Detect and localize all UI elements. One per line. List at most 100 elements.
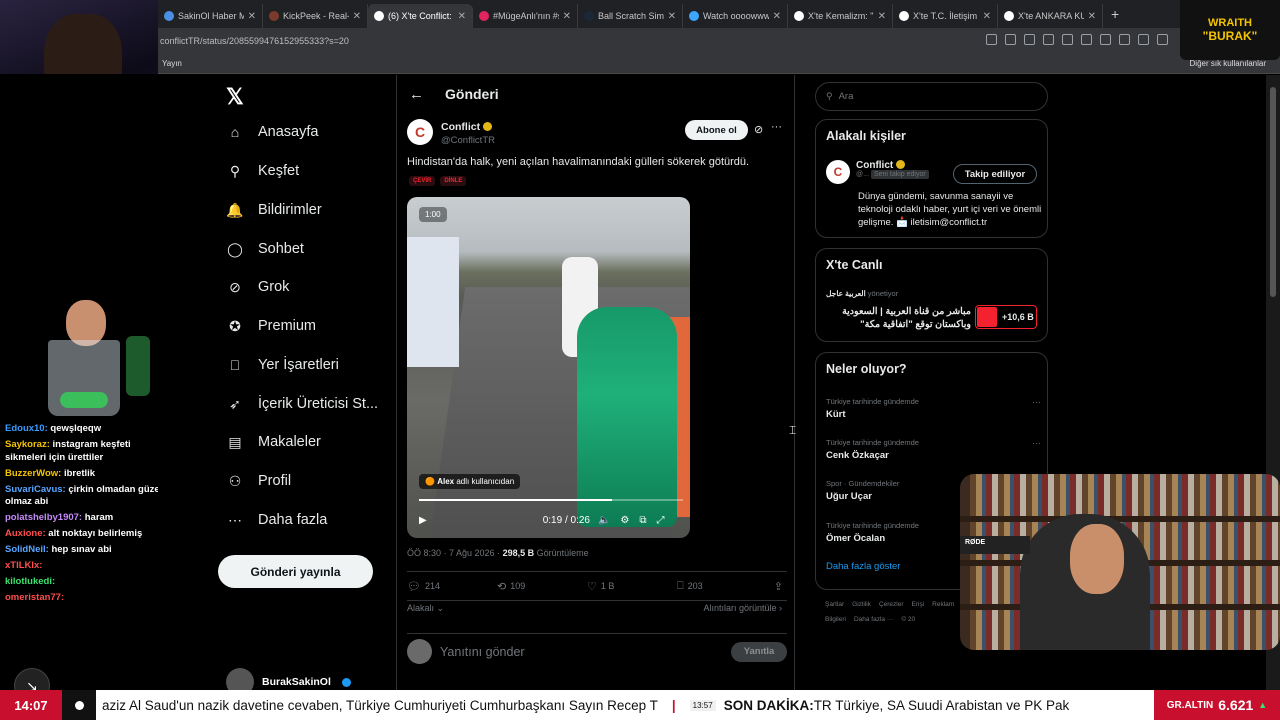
- extension-icon[interactable]: [986, 34, 997, 45]
- browser-tab[interactable]: (6) X'te Conflict: "Hi ✕: [368, 4, 473, 28]
- live-listeners-badge[interactable]: +10,6 B: [975, 305, 1037, 329]
- translate-tag[interactable]: ÇEVİR: [409, 176, 436, 186]
- tab-close-icon[interactable]: ✕: [248, 11, 256, 22]
- settings-gear-icon[interactable]: ⚙: [620, 515, 629, 526]
- nav-item-grok[interactable]: ⊘ Grok: [226, 278, 289, 296]
- chat-username[interactable]: Saykoraz:: [5, 439, 50, 450]
- browser-tab[interactable]: X'te Kemalizm: "De ✕: [788, 4, 893, 28]
- chat-username[interactable]: BuzzerWow:: [5, 468, 61, 479]
- live-headline[interactable]: مباشر من قناة العربية | السعودية وباكستا…: [826, 305, 971, 331]
- reply-input[interactable]: Yanıtını gönder: [440, 645, 525, 659]
- more-options-icon[interactable]: ···: [1032, 438, 1041, 448]
- post-button[interactable]: Gönderi yayınla: [218, 555, 373, 588]
- grok-icon[interactable]: ⊘: [754, 123, 763, 136]
- related-person[interactable]: C Conflict @... Seni takip ediyor: [826, 160, 929, 184]
- reply-button[interactable]: Yanıtla: [731, 641, 787, 662]
- extension-icon[interactable]: [1119, 34, 1130, 45]
- author-name[interactable]: Conflict: [441, 121, 480, 133]
- back-arrow-icon[interactable]: ←: [409, 86, 439, 103]
- nav-item-rocket[interactable]: ➶ İçerik Üreticisi St...: [226, 395, 378, 413]
- nav-item-home[interactable]: ⌂ Anasayfa: [226, 123, 319, 141]
- chat-username[interactable]: kilotlukedi:: [5, 576, 55, 587]
- nav-item-more[interactable]: ⋯ Daha fazla: [226, 511, 327, 529]
- play-icon[interactable]: ▶: [419, 515, 427, 526]
- repost-action[interactable]: ⟲ 109: [497, 580, 587, 593]
- show-more-link[interactable]: Daha fazla göster: [826, 561, 900, 572]
- video-player[interactable]: 1:00 🟠 Alex adlı kullanıcıdan ▶ 0:19 / 0…: [407, 197, 690, 538]
- browser-tab[interactable]: KickPeek - Real-tim ✕: [263, 4, 368, 28]
- browser-tab[interactable]: X'te ANKARA KUŞU ✕: [998, 4, 1103, 28]
- share-icon[interactable]: ⇪: [774, 580, 783, 593]
- new-tab-button[interactable]: +: [1103, 6, 1127, 22]
- nav-item-bell[interactable]: 🔔 Bildirimler: [226, 201, 321, 219]
- extension-icon[interactable]: [1138, 34, 1149, 45]
- footer-link[interactable]: Şartlar: [825, 601, 844, 608]
- more-options-icon[interactable]: ···: [1032, 397, 1041, 407]
- footer-link[interactable]: © 20: [901, 616, 915, 623]
- extension-icon[interactable]: [1062, 34, 1073, 45]
- extension-icon[interactable]: [1005, 34, 1016, 45]
- browser-tab[interactable]: #MügeAnlı'nın #sar ✕: [473, 4, 578, 28]
- trend-item[interactable]: Türkiye tarihinde gündemde Kürt ···: [826, 397, 1041, 420]
- author-handle[interactable]: @ConflictTR: [441, 134, 495, 147]
- listen-tag[interactable]: DİNLE: [440, 176, 467, 186]
- author-avatar[interactable]: C: [407, 119, 433, 145]
- tab-close-icon[interactable]: ✕: [353, 11, 361, 22]
- chat-username[interactable]: Auxione:: [5, 528, 46, 539]
- tab-close-icon[interactable]: ✕: [773, 11, 781, 22]
- nav-item-premium[interactable]: ✪ Premium: [226, 317, 316, 335]
- footer-link[interactable]: Daha fazla ···: [854, 616, 893, 623]
- browser-tab[interactable]: Watch oooowwww ✕: [683, 4, 788, 28]
- post-timestamp[interactable]: ÖÖ 8:30 · 7 Ağu 2026 ·: [407, 548, 503, 558]
- extension-icon[interactable]: [1081, 34, 1092, 45]
- scrollbar-thumb[interactable]: [1270, 87, 1276, 297]
- chat-username[interactable]: polatshelby1907:: [5, 512, 82, 523]
- more-options-icon[interactable]: ···: [771, 121, 782, 133]
- sort-dropdown[interactable]: Alakalı ⌄: [407, 603, 444, 614]
- nav-item-profile[interactable]: ⚇ Profil: [226, 472, 291, 490]
- chat-username[interactable]: omeristan77:: [5, 592, 64, 603]
- browser-tab[interactable]: Ball Scratch Simulat ✕: [578, 4, 683, 28]
- live-host-name[interactable]: العربية عاجل: [826, 289, 866, 298]
- nav-item-article[interactable]: ▤ Makaleler: [226, 433, 320, 451]
- chat-username[interactable]: SolidNeil:: [5, 544, 49, 555]
- tab-close-icon[interactable]: ✕: [878, 11, 886, 22]
- search-input[interactable]: ⚲ Ara: [815, 82, 1048, 111]
- extension-icon[interactable]: [1043, 34, 1054, 45]
- chat-username[interactable]: SuvariCavus:: [5, 484, 66, 495]
- nav-item-chat[interactable]: ◯ Sohbet: [226, 240, 304, 258]
- tab-close-icon[interactable]: ✕: [458, 11, 466, 22]
- x-logo-icon[interactable]: 𝕏: [226, 84, 244, 110]
- trend-item[interactable]: Türkiye tarihinde gündemde Cenk Özkaçar ··…: [826, 438, 1041, 461]
- bookmark-other[interactable]: Diğer sık kullanılanlar: [1190, 59, 1266, 68]
- star-icon[interactable]: [1024, 34, 1035, 45]
- chat-username[interactable]: xTILKIx:: [5, 560, 42, 571]
- avatar[interactable]: C: [826, 160, 850, 184]
- browser-tab[interactable]: X'te T.C. İletişim Ba ✕: [893, 4, 998, 28]
- following-button[interactable]: Takip ediliyor: [953, 164, 1037, 184]
- extension-icon[interactable]: [1157, 34, 1168, 45]
- pip-icon[interactable]: ⧉: [639, 515, 646, 526]
- footer-link[interactable]: Erişi: [912, 601, 925, 608]
- tab-close-icon[interactable]: ✕: [668, 11, 676, 22]
- browser-tab[interactable]: SakinOl Haber Merk ✕: [158, 4, 263, 28]
- footer-link[interactable]: Çerezler: [879, 601, 904, 608]
- view-quotes-link[interactable]: Alıntıları görüntüle ›: [703, 603, 782, 613]
- post-author[interactable]: C Conflict @ConflictTR: [407, 119, 495, 147]
- volume-icon[interactable]: 🔈: [598, 515, 610, 526]
- bookmark-yayin[interactable]: Yayın: [158, 59, 182, 68]
- video-progress-bar[interactable]: [419, 499, 683, 501]
- tab-close-icon[interactable]: ✕: [983, 11, 991, 22]
- address-bar[interactable]: conflictTR/status/2085599476152955333?s=…: [158, 28, 1280, 54]
- fullscreen-icon[interactable]: ⤢: [657, 515, 665, 526]
- bookmark-action[interactable]: ⎕ 203: [677, 580, 767, 593]
- chat-username[interactable]: Edoux10:: [5, 423, 48, 434]
- subscribe-button[interactable]: Abone ol: [685, 120, 748, 140]
- footer-link[interactable]: Gizlilik: [852, 601, 871, 608]
- tab-close-icon[interactable]: ✕: [563, 11, 571, 22]
- url-text[interactable]: conflictTR/status/2085599476152955333?s=…: [158, 36, 349, 46]
- nav-item-search[interactable]: ⚲ Keşfet: [226, 162, 299, 180]
- like-action[interactable]: ♡ 1 B: [587, 580, 677, 593]
- video-credit[interactable]: 🟠 Alex adlı kullanıcıdan: [419, 474, 521, 489]
- reply-action[interactable]: 💬︎ 214: [407, 580, 497, 593]
